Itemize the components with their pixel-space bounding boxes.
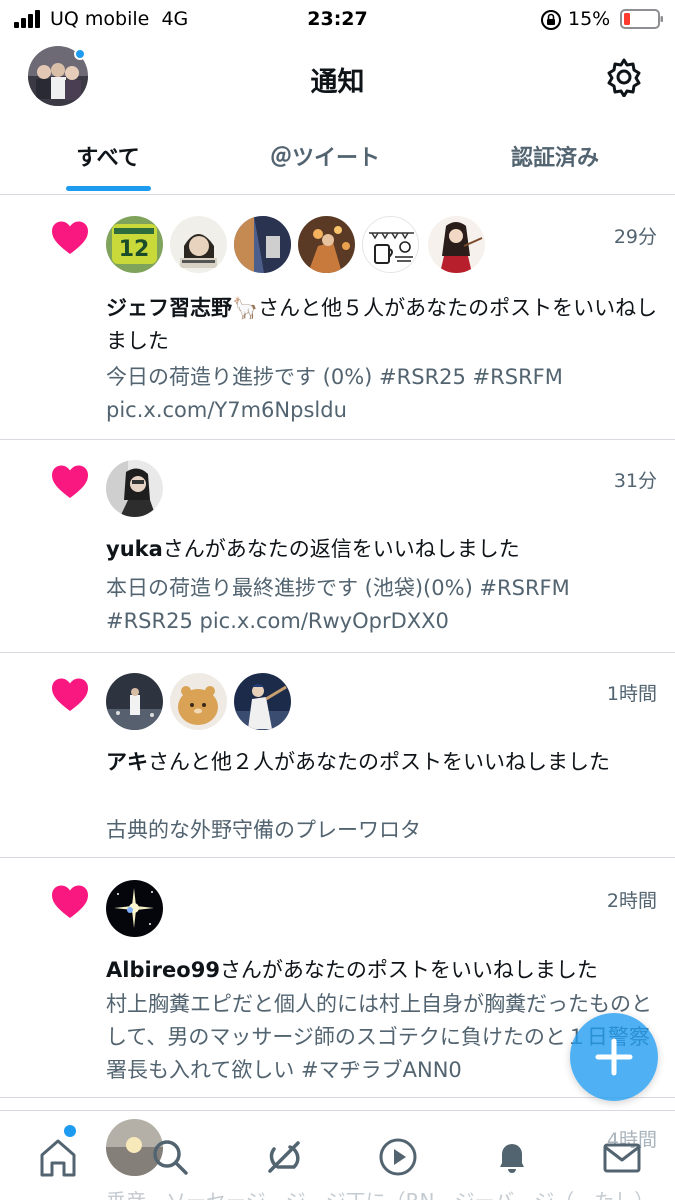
- notification-text: Albireo99さんがあなたのポストをいいねしました: [106, 954, 662, 987]
- notification-item[interactable]: 12 29分 ジェフ習志野🦙さんと他５人があなたのポストをいいねしました 今日の…: [0, 196, 675, 440]
- avatar[interactable]: [234, 673, 291, 730]
- liker-avatars: 12: [106, 216, 496, 274]
- heart-icon: [52, 885, 88, 918]
- nav-notifications[interactable]: [488, 1133, 536, 1181]
- tab-verified[interactable]: 認証済み: [470, 140, 640, 195]
- notification-action: さんがあなたのポストをいいねしました: [219, 958, 598, 982]
- compose-button[interactable]: [570, 1013, 658, 1101]
- gear-icon[interactable]: [604, 57, 644, 97]
- svg-text:12: 12: [119, 237, 150, 262]
- bell-icon: [500, 1144, 524, 1173]
- plus-icon: [595, 1038, 633, 1076]
- nav-home[interactable]: [34, 1133, 82, 1181]
- notification-item[interactable]: 1時間 アキさんと他２人があなたのポストをいいねしました 古典的な外野守備のプレ…: [0, 653, 675, 858]
- post-preview: 垂彦…ソーセージ…ジ…ジ丁に（RN…ジーバ…ジ（…たし）: [106, 1185, 654, 1200]
- home-icon: [40, 1139, 76, 1177]
- notification-action: さんがあなたの返信をいいねしました: [162, 537, 520, 561]
- user-name[interactable]: ジェフ習志野🦙: [106, 296, 258, 320]
- avatar[interactable]: [170, 673, 227, 730]
- post-preview: 今日の荷造り進捗です (0%) #RSR25 #RSRFM pic.x.com/…: [106, 365, 563, 422]
- notification-text: yukaさんがあなたの返信をいいねしました: [106, 533, 662, 566]
- avatar[interactable]: [362, 216, 419, 273]
- page-title: 通知: [310, 67, 365, 98]
- heart-icon: [52, 221, 88, 254]
- avatar[interactable]: [298, 216, 355, 273]
- top-header: 通知: [0, 38, 675, 118]
- avatar[interactable]: [106, 673, 163, 730]
- notification-time: 1時間: [606, 683, 657, 705]
- nav-grok[interactable]: [260, 1133, 308, 1181]
- notification-item[interactable]: 31分 yukaさんがあなたの返信をいいねしました 本日の荷造り最終進捗です (…: [0, 440, 675, 653]
- notification-action: さんと他２人があなたのポストをいいねしました: [148, 750, 610, 774]
- avatar[interactable]: [106, 460, 163, 517]
- home-activity-dot: [64, 1125, 76, 1137]
- notification-time: 2時間: [606, 890, 657, 912]
- active-tab-indicator: [66, 186, 151, 191]
- nav-video[interactable]: [374, 1133, 422, 1181]
- play-icon: [379, 1138, 417, 1176]
- liker-avatars: [106, 673, 296, 731]
- notification-text: アキさんと他２人があなたのポストをいいねしました: [106, 746, 662, 779]
- new-activity-dot: [74, 48, 86, 60]
- notification-tabs: すべて ＠ツイート 認証済み: [0, 118, 675, 195]
- avatar[interactable]: [234, 216, 291, 273]
- nav-search[interactable]: [146, 1133, 194, 1181]
- notification-time: 31分: [613, 470, 657, 492]
- search-icon: [153, 1140, 188, 1175]
- post-preview: 古典的な外野守備のプレーワロタ: [106, 818, 421, 842]
- avatar[interactable]: [170, 216, 227, 273]
- heart-icon: [52, 678, 88, 711]
- notification-text: ジェフ習志野🦙さんと他５人があなたのポストをいいねしました: [106, 292, 662, 358]
- battery-icon: [620, 9, 663, 29]
- bottom-navigation: 4時間 垂彦…ソーセージ…ジ…ジ丁に（RN…ジーバ…ジ（…たし）: [0, 1110, 675, 1200]
- notification-time: 29分: [613, 226, 657, 248]
- avatar[interactable]: [106, 880, 163, 937]
- liker-avatars: [106, 460, 166, 518]
- liker-avatars: [106, 880, 166, 938]
- user-name[interactable]: アキ: [106, 750, 148, 774]
- user-name[interactable]: yuka: [106, 537, 163, 561]
- status-bar: UQ mobile 4G 23:27 15%: [0, 0, 675, 38]
- mail-icon: [603, 1143, 641, 1173]
- user-name[interactable]: Albireo99: [106, 958, 220, 982]
- avatar[interactable]: [428, 216, 485, 273]
- post-preview: 本日の荷造り最終進捗です (池袋)(0%) #RSRFM #RSR25 pic.…: [106, 576, 570, 633]
- tab-mentions[interactable]: ＠ツイート: [225, 140, 425, 195]
- nav-messages[interactable]: [598, 1133, 646, 1181]
- battery-percent: 15%: [568, 8, 611, 30]
- heart-icon: [52, 465, 88, 498]
- rotation-lock-icon: [541, 10, 561, 30]
- avatar[interactable]: 12: [106, 216, 163, 273]
- grok-icon: [268, 1141, 300, 1173]
